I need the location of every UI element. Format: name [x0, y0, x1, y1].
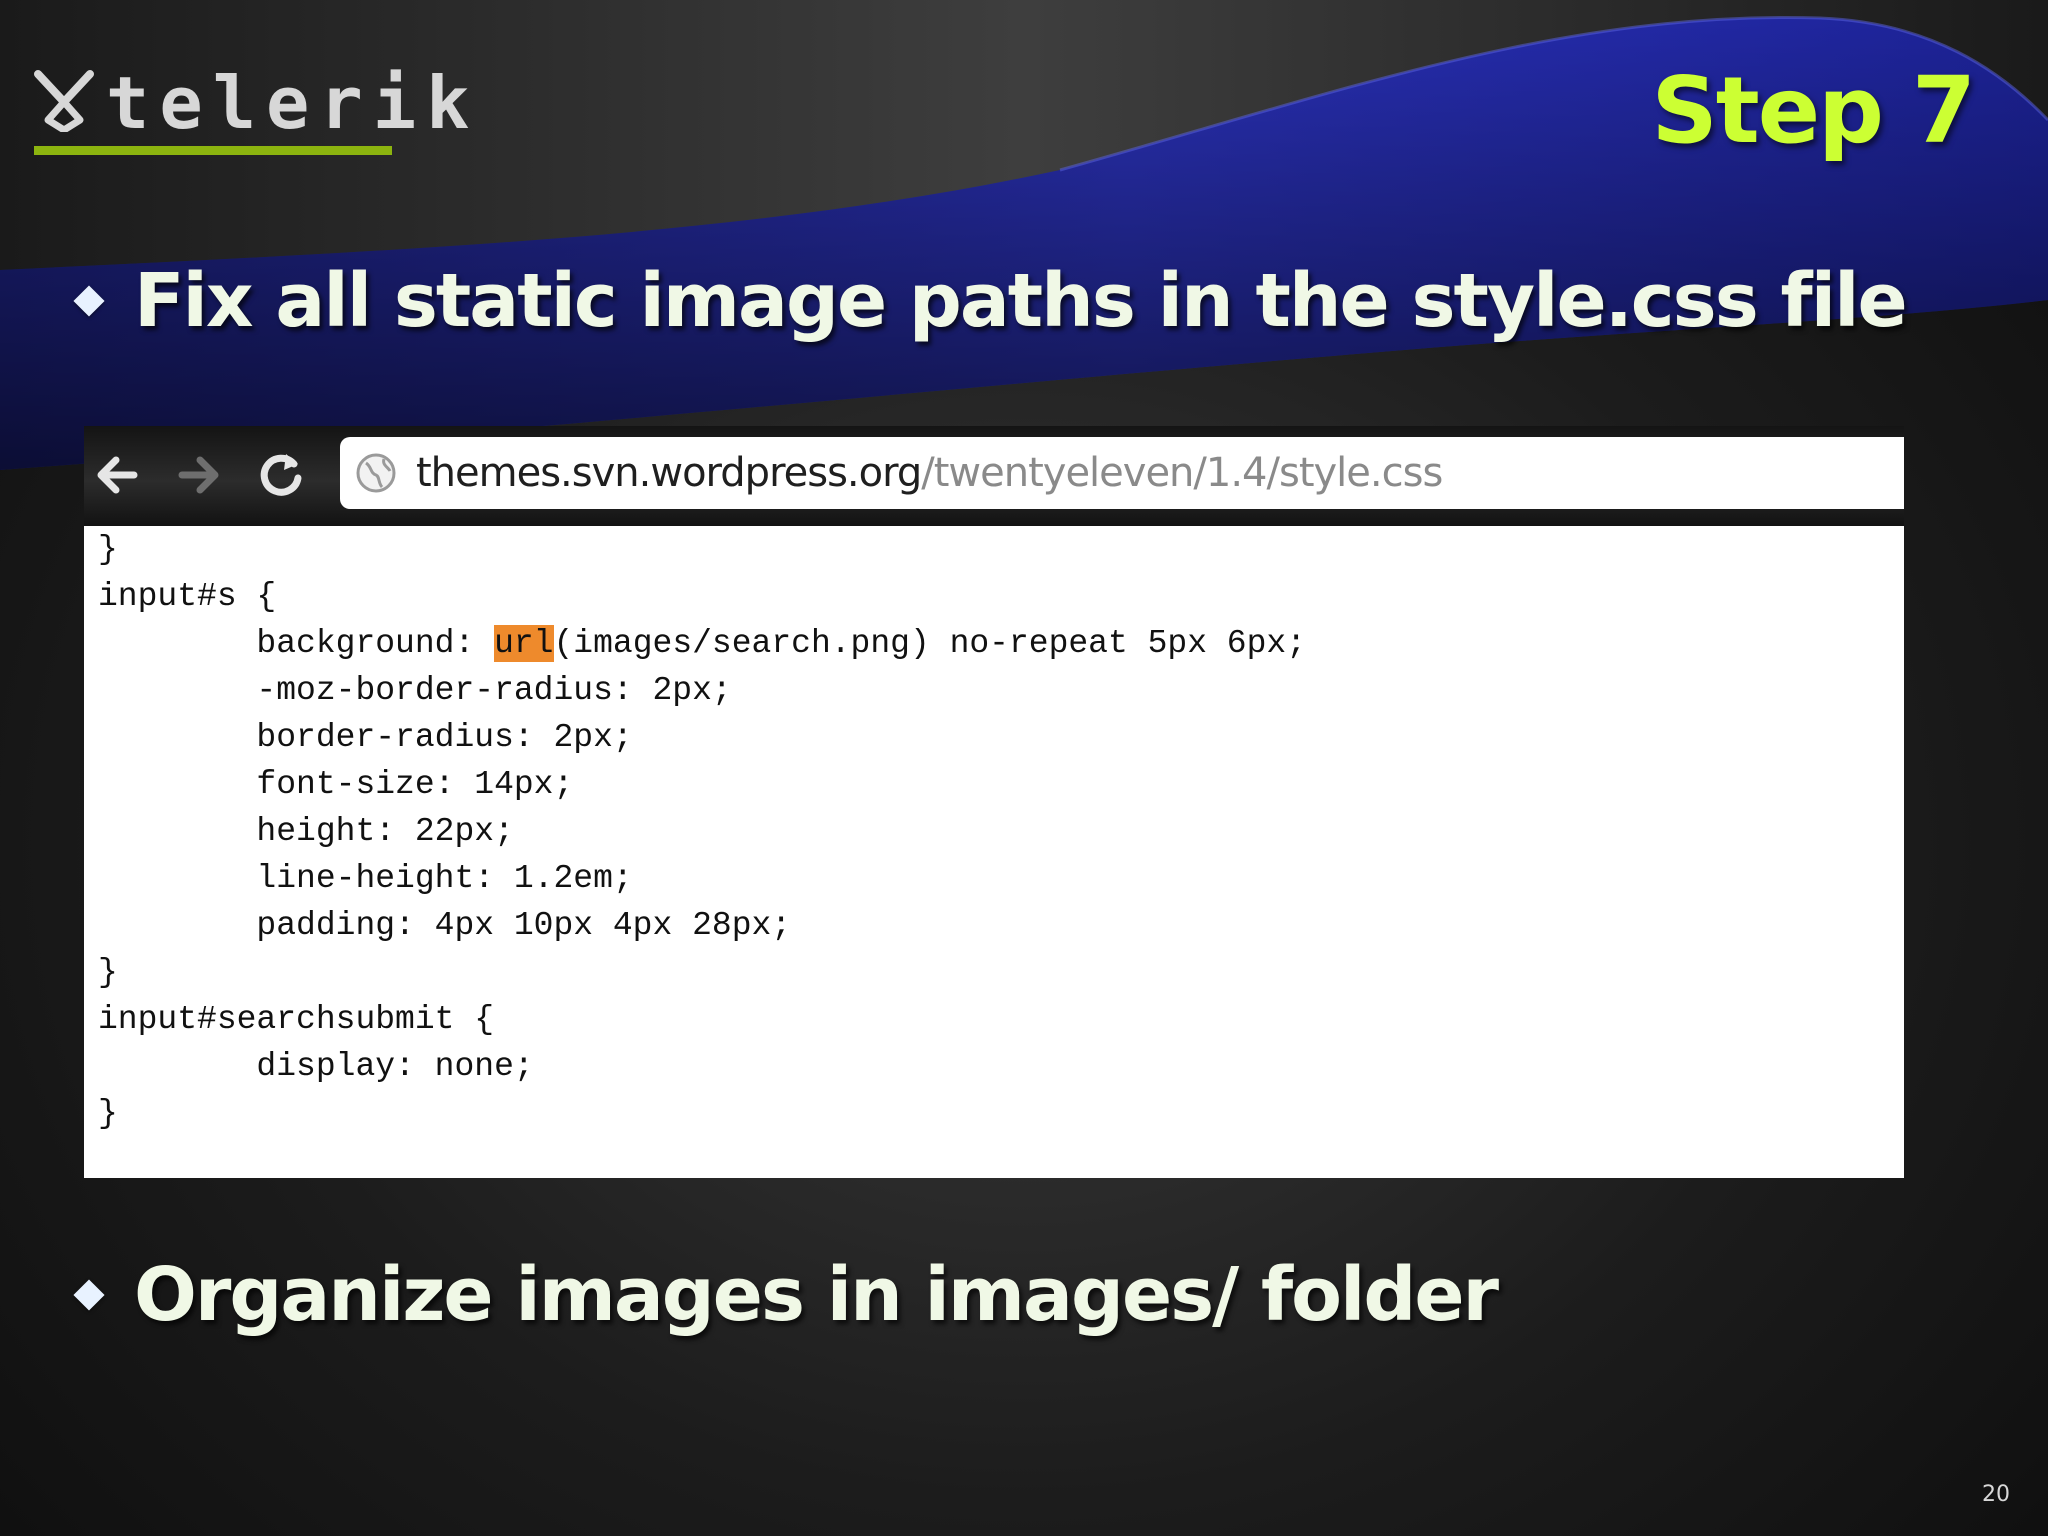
bullet-item: Fix all static image paths in the style.…	[73, 258, 1908, 344]
bullet-text: Organize images in images/ folder	[134, 1252, 1499, 1338]
back-arrow-icon[interactable]	[90, 448, 144, 502]
code-line: -moz-border-radius: 2px;	[98, 672, 732, 709]
code-line: display: none;	[98, 1048, 534, 1085]
browser-screenshot: themes.svn.wordpress.org/twentyeleven/1.…	[84, 426, 1904, 1178]
address-bar[interactable]: themes.svn.wordpress.org/twentyeleven/1.…	[340, 437, 1904, 509]
code-line-background: background: url(images/search.png) no-re…	[98, 620, 1306, 667]
code-line: height: 22px;	[98, 813, 514, 850]
globe-icon	[356, 453, 396, 493]
code-line: input#s {	[98, 578, 277, 615]
diamond-bullet-icon	[73, 285, 105, 317]
code-line: border-radius: 2px;	[98, 719, 633, 756]
code-line: }	[98, 1095, 118, 1132]
logo-wordmark: telerik	[106, 61, 480, 145]
url-text: themes.svn.wordpress.org/twentyeleven/1.…	[416, 449, 1443, 497]
browser-toolbar: themes.svn.wordpress.org/twentyeleven/1.…	[84, 426, 1904, 526]
bullet-text: Fix all static image paths in the style.…	[134, 258, 1908, 344]
diamond-bullet-icon	[73, 1279, 105, 1311]
code-text: (images/search.png) no-repeat 5px 6px;	[553, 625, 1307, 662]
css-code-block: } input#s { background: url(images/search…	[98, 526, 1306, 1137]
code-line: }	[98, 954, 118, 991]
code-line: padding: 4px 10px 4px 28px;	[98, 907, 792, 944]
telerik-mark-icon	[34, 70, 94, 132]
url-host: themes.svn.wordpress.org	[416, 450, 922, 496]
logo-underline	[34, 146, 392, 155]
slide-number: 20	[1982, 1482, 2010, 1507]
code-text: background:	[98, 625, 495, 662]
telerik-logo: telerik	[34, 61, 469, 162]
bullet-item: Organize images in images/ folder	[73, 1252, 1499, 1338]
slide-title: Step 7	[1651, 57, 1976, 164]
code-line: input#searchsubmit {	[98, 1001, 495, 1038]
url-path: /twentyeleven/1.4/style.css	[921, 450, 1443, 496]
highlighted-token: url	[494, 625, 554, 662]
reload-icon[interactable]	[254, 448, 308, 502]
forward-arrow-icon[interactable]	[172, 448, 226, 502]
code-line: }	[98, 531, 118, 568]
code-line: font-size: 14px;	[98, 766, 574, 803]
code-line: line-height: 1.2em;	[98, 860, 633, 897]
